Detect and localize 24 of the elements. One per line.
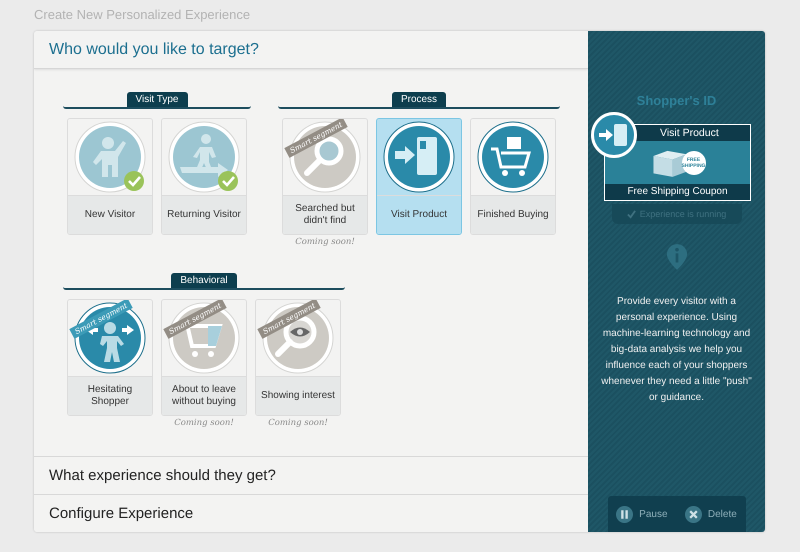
- check-icon: [626, 210, 636, 218]
- segment-tile[interactable]: Visit Product: [376, 118, 462, 235]
- segment-icon: [477, 121, 549, 193]
- description-text: Provide every visitor with a personal experience. Using machine-learning technology and big-data analysis we help you influence each of your shoppers whenever they need a little "push" or guidance.: [600, 295, 753, 405]
- note-text: Coming soon!: [268, 418, 328, 428]
- section-header[interactable]: Who would you like to target?: [34, 31, 588, 69]
- card-caption: Free Shipping Coupon: [605, 184, 750, 200]
- segment-tile[interactable]: Finished Buying: [470, 118, 556, 235]
- note-text: Coming soon!: [174, 418, 234, 428]
- info-icon: [666, 244, 688, 270]
- segment-tile[interactable]: Returning Visitor: [161, 118, 247, 235]
- note-text: Coming soon!: [295, 237, 355, 247]
- section-header[interactable]: Configure Experience: [34, 494, 588, 532]
- pause-button[interactable]: Pause: [614, 504, 670, 524]
- delete-button[interactable]: Delete: [682, 504, 739, 524]
- section-header[interactable]: What experience should they get?: [34, 456, 588, 494]
- segment-icon: [383, 121, 455, 193]
- segment-icon: [74, 121, 146, 193]
- segment-tile[interactable]: New Visitor: [67, 118, 153, 235]
- page-title: Create New Personalized Experience: [34, 7, 252, 24]
- segment-icon: [168, 121, 240, 193]
- close-icon: [684, 506, 702, 522]
- pause-icon: [616, 506, 634, 522]
- sidebar-heading: Shopper's ID: [636, 93, 716, 108]
